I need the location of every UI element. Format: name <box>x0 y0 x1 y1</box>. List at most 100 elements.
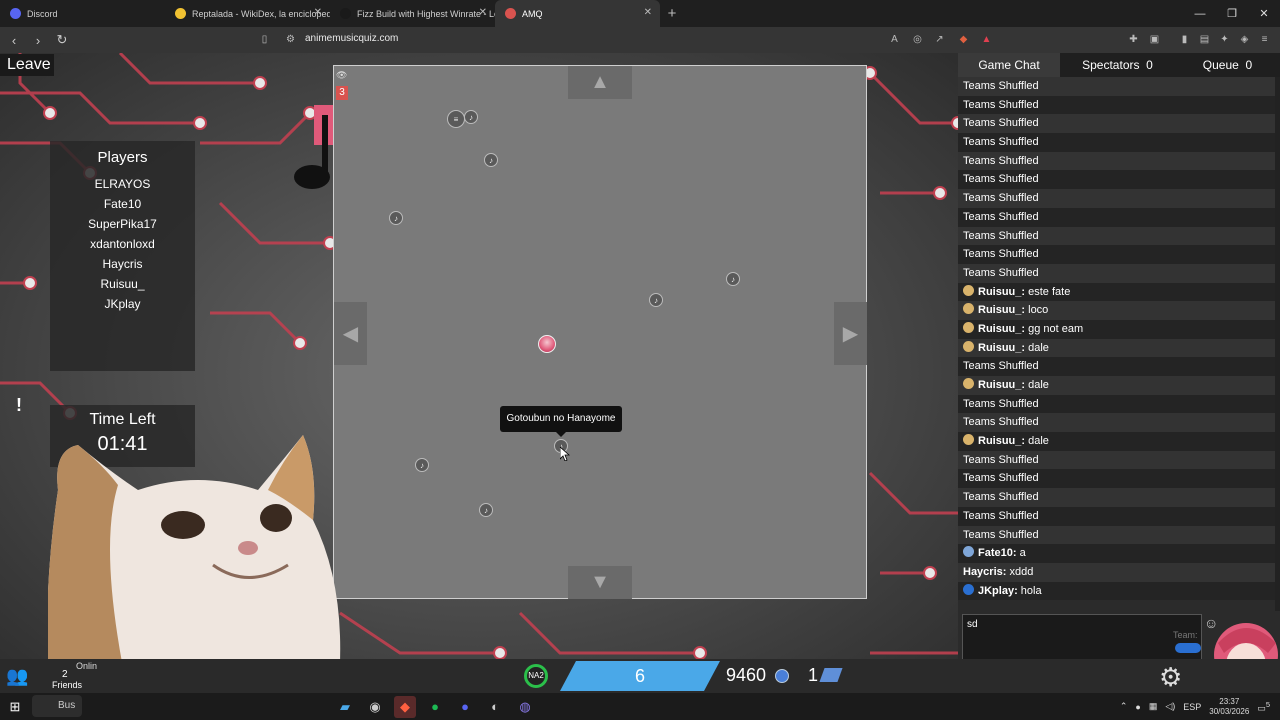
chat-text: Teams Shuffled <box>963 509 1039 522</box>
leo-ai-icon[interactable]: ✦ <box>1218 33 1231 46</box>
player-name[interactable]: Fate10 <box>50 195 195 215</box>
url-field[interactable]: animemusicquiz.com <box>305 33 398 44</box>
forward-button[interactable]: › <box>28 30 48 50</box>
close-tab-icon[interactable]: ✕ <box>314 7 322 18</box>
arrow-right-button[interactable]: ▶ <box>834 302 867 365</box>
obs-icon[interactable]: ◐ <box>484 696 506 718</box>
user-badge-icon <box>963 434 974 446</box>
incognito-icon[interactable]: ◎ <box>911 33 924 46</box>
music-ball-icon[interactable]: ♪ <box>649 293 663 307</box>
tab-queue[interactable]: Queue 0 <box>1175 53 1280 77</box>
browser-tab-strip: Discord Reptalada - WikiDex, la enciclope… <box>0 0 1280 27</box>
extensions-icon[interactable]: ✚ <box>1127 33 1140 46</box>
player-avatar[interactable] <box>538 335 556 353</box>
network-icon[interactable]: ▦ <box>1149 701 1158 712</box>
browser-tab[interactable]: Discord <box>0 0 165 27</box>
steam-icon[interactable]: ◉ <box>364 696 386 718</box>
maximize-button[interactable]: ❐ <box>1216 0 1248 27</box>
browser-tab[interactable]: Reptalada - WikiDex, la enciclopedia ✕ <box>165 0 330 27</box>
chat-username[interactable]: Ruisuu_: <box>978 323 1025 335</box>
chat-username[interactable]: Ruisuu_: <box>978 379 1025 391</box>
sidebar-toggle-icon[interactable]: ▮ <box>1178 33 1191 46</box>
volume-icon[interactable]: ◁) <box>1165 701 1175 712</box>
tab-game-chat[interactable]: Game Chat <box>958 53 1060 77</box>
close-window-button[interactable]: ✕ <box>1248 0 1280 27</box>
wallet-icon[interactable]: ▣ <box>1148 33 1161 46</box>
alert-icon[interactable]: ! <box>10 395 28 415</box>
brave-icon[interactable]: ◆ <box>394 695 416 718</box>
chat-username[interactable]: Ruisuu_: <box>978 435 1025 447</box>
chat-username[interactable]: Ruisuu_: <box>978 342 1025 354</box>
chat-username[interactable]: Haycris: <box>963 566 1006 578</box>
chat-text: Teams Shuffled <box>963 192 1039 205</box>
chevron-up-icon[interactable]: ⌃ <box>1120 701 1128 712</box>
chat-text: Teams Shuffled <box>963 229 1039 242</box>
music-ball-icon[interactable]: ♪ <box>389 211 403 225</box>
chat-username[interactable]: Ruisuu_: <box>978 286 1025 298</box>
share-icon[interactable]: ↗ <box>933 33 946 46</box>
player-name[interactable]: SuperPika17 <box>50 215 195 235</box>
music-ball-icon[interactable]: ♪ <box>479 503 493 517</box>
taskbar-search[interactable]: Bus <box>32 695 82 717</box>
notes-count: 9460 <box>726 665 767 685</box>
new-tab-button[interactable]: + <box>660 5 684 22</box>
back-button[interactable]: ‹ <box>4 30 24 50</box>
bookmark-icon[interactable]: ▯ <box>258 33 271 46</box>
chat-username[interactable]: Fate10: <box>978 547 1017 559</box>
reload-button[interactable]: ↻ <box>52 30 72 50</box>
chat-text: Teams Shuffled <box>963 453 1039 466</box>
menu-icon[interactable]: ≡ <box>1258 33 1271 46</box>
chat-scrollbar[interactable] <box>1275 77 1280 611</box>
music-ball-icon[interactable]: ♪ <box>484 153 498 167</box>
chat-text: Teams Shuffled <box>963 173 1039 186</box>
close-tab-icon[interactable]: ✕ <box>479 7 487 18</box>
browser-tab[interactable]: Fizz Build with Highest Winrate - Lol ✕ <box>330 0 495 27</box>
language-indicator[interactable]: ESP <box>1183 702 1201 712</box>
wallet2-icon[interactable]: ▤ <box>1198 33 1211 46</box>
spotify-icon[interactable]: ● <box>424 696 446 718</box>
chat-messages: Teams Shuffled Teams Shuffled Teams Shuffl… <box>958 77 1275 611</box>
chat-input[interactable]: sd <box>962 614 1202 660</box>
arrow-up-button[interactable]: ▲ <box>568 66 632 99</box>
browser-tab[interactable]: AMQ ✕ <box>495 0 660 27</box>
friends-icon[interactable]: 👥 <box>6 666 34 688</box>
notifications-icon[interactable]: ▭5 <box>1257 700 1270 714</box>
eye-icon[interactable]: 👁 <box>336 70 347 81</box>
song-tooltip: Gotoubun no Hanayome <box>500 406 622 437</box>
app-icon-blue[interactable]: ▰ <box>334 696 356 718</box>
friends-label[interactable]: Friends <box>52 680 82 690</box>
window-controls: — ❐ ✕ <box>1184 0 1280 27</box>
app-icon-purple[interactable]: ◍ <box>514 696 536 718</box>
brave-rewards-icon[interactable]: ▲ <box>980 33 993 46</box>
music-ball-icon[interactable]: ≡ <box>447 110 465 128</box>
settings-gear-icon[interactable]: ⚙ <box>1159 662 1182 693</box>
arrow-left-button[interactable]: ◀ <box>334 302 367 365</box>
player-name[interactable]: Ruisuu_ <box>50 275 195 295</box>
player-name[interactable]: xdantonloxd <box>50 235 195 255</box>
minimize-button[interactable]: — <box>1184 0 1216 27</box>
tab-spectators[interactable]: Spectators 0 <box>1060 53 1175 77</box>
windows-start-icon[interactable]: ⊞ <box>4 696 26 718</box>
leave-button[interactable]: Leave <box>0 54 54 76</box>
discord-icon[interactable]: ● <box>454 696 476 718</box>
brave-shield-icon[interactable]: ◆ <box>957 33 970 46</box>
chat-username[interactable]: Ruisuu_: <box>978 304 1025 316</box>
music-ball-icon[interactable]: ♪ <box>464 110 478 124</box>
player-name[interactable]: ELRAYOS <box>50 175 195 195</box>
music-ball-icon[interactable]: ♪ <box>415 458 429 472</box>
microphone-icon[interactable]: ● <box>1135 702 1140 712</box>
clock[interactable]: 23:37 30/03/2026 <box>1209 697 1249 717</box>
vpn-icon[interactable]: ◈ <box>1238 33 1251 46</box>
site-info-icon[interactable]: ⚙ <box>284 33 297 46</box>
close-tab-icon[interactable]: ✕ <box>644 7 652 18</box>
music-ball-icon[interactable]: ♪ <box>726 272 740 286</box>
translate-icon[interactable]: A <box>888 33 901 46</box>
arrow-right-icon: › <box>35 32 41 48</box>
tab-favicon-icon <box>505 8 516 19</box>
lobby-board[interactable]: 👁 3 ▲ ▼ ◀ ▶ ≡ ♪ ♪ ♪ ♪ ♪ ♪ ♪ ♪ Gotoubun n… <box>333 65 867 599</box>
user-badge-icon <box>963 284 974 296</box>
player-name[interactable]: JKplay <box>50 295 195 315</box>
player-name[interactable]: Haycris <box>50 255 195 275</box>
arrow-down-button[interactable]: ▼ <box>568 566 632 599</box>
chat-username[interactable]: JKplay: <box>978 585 1018 597</box>
